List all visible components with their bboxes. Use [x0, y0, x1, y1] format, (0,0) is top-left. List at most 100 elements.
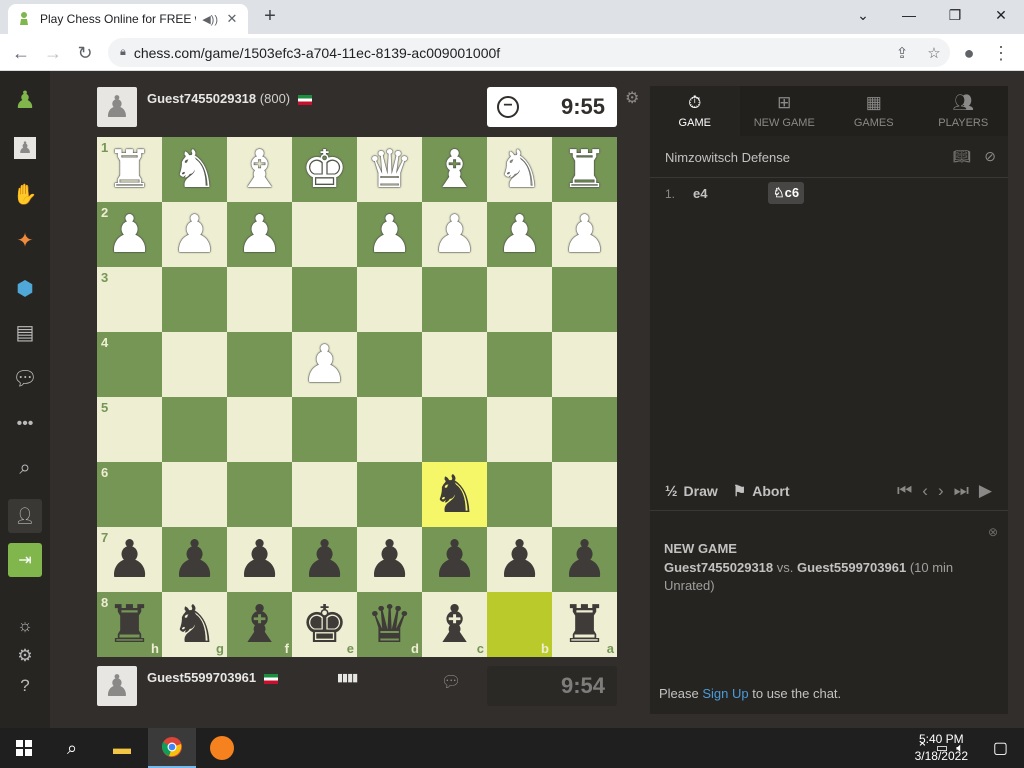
board-square-c5[interactable]	[422, 397, 487, 462]
log-white-player[interactable]: Guest7455029318	[664, 560, 773, 575]
black-king-icon[interactable]: ♚	[301, 599, 348, 651]
white-bishop-icon[interactable]: ♝	[431, 144, 478, 196]
white-knight-icon[interactable]: ♞	[496, 144, 543, 196]
white-pawn-icon[interactable]: ♟	[171, 209, 218, 261]
forward-button[interactable]: →	[40, 40, 66, 66]
board-square-a6[interactable]	[552, 462, 617, 527]
board-square-c7[interactable]: ♟	[422, 527, 487, 592]
play-icon[interactable]: ♟	[8, 131, 42, 165]
board-square-e6[interactable]	[292, 462, 357, 527]
white-bishop-icon[interactable]: ♝	[236, 144, 283, 196]
board-square-g7[interactable]: ♟	[162, 527, 227, 592]
white-queen-icon[interactable]: ♛	[366, 144, 413, 196]
board-square-g6[interactable]	[162, 462, 227, 527]
tab-search-icon[interactable]: ⌄	[840, 0, 886, 30]
tab-games[interactable]: ▦ GAMES	[829, 86, 919, 136]
taskbar-clock[interactable]: 5:40 PM 3/18/2022	[915, 731, 968, 765]
minimize-button[interactable]: —	[886, 0, 932, 30]
file-explorer-icon[interactable]: ▬	[98, 728, 146, 768]
opening-name[interactable]: Nimzowitsch Defense	[665, 150, 790, 165]
black-rook-icon[interactable]: ♜	[561, 599, 608, 651]
black-pawn-icon[interactable]: ♟	[496, 534, 543, 586]
board-square-c3[interactable]	[422, 267, 487, 332]
restore-button[interactable]: ❐	[932, 0, 978, 30]
audio-playing-icon[interactable]: ◀))	[202, 13, 218, 26]
bookmark-star-icon[interactable]: ☆	[918, 44, 950, 62]
new-tab-button[interactable]: +	[258, 4, 282, 28]
white-pawn-icon[interactable]: ♟	[431, 209, 478, 261]
board-square-g1[interactable]: ♞	[162, 137, 227, 202]
browser-menu-icon[interactable]: ⋮	[988, 40, 1014, 66]
board-square-a1[interactable]: ♜	[552, 137, 617, 202]
board-square-g3[interactable]	[162, 267, 227, 332]
draw-button[interactable]: ½ Draw	[665, 483, 718, 500]
board-square-c8[interactable]: c ♝	[422, 592, 487, 657]
white-king-icon[interactable]: ♚	[301, 144, 348, 196]
sign-in-user-icon[interactable]: 👤︎	[8, 499, 42, 533]
help-icon[interactable]: ?	[8, 669, 42, 703]
first-move-icon[interactable]: ⏮	[897, 481, 912, 501]
white-pawn-icon[interactable]: ♟	[106, 209, 153, 261]
search-icon[interactable]: ⌕	[8, 451, 42, 485]
avatar[interactable]: ♟	[97, 87, 137, 127]
notifications-icon[interactable]: ▢	[993, 738, 1008, 758]
chat-bubble-icon[interactable]: 💬︎	[441, 672, 461, 692]
game-settings-gear-icon[interactable]: ⚙	[625, 88, 639, 108]
board-square-g4[interactable]	[162, 332, 227, 397]
back-button[interactable]: ←	[8, 40, 34, 66]
black-bishop-icon[interactable]: ♝	[431, 599, 478, 651]
black-pawn-icon[interactable]: ♟	[171, 534, 218, 586]
top-player-name[interactable]: Guest7455029318	[147, 91, 256, 106]
board-square-c1[interactable]: ♝	[422, 137, 487, 202]
board-square-a3[interactable]	[552, 267, 617, 332]
theme-icon[interactable]: ☼	[8, 609, 42, 643]
board-square-f3[interactable]	[227, 267, 292, 332]
lessons-icon[interactable]: ⬢	[8, 271, 42, 305]
tab-game[interactable]: ⏱︎ GAME	[650, 86, 740, 136]
board-square-b4[interactable]	[487, 332, 552, 397]
lock-icon[interactable]: 🔒︎	[120, 46, 126, 59]
settings-gear-icon[interactable]: ⚙	[8, 639, 42, 673]
board-square-b3[interactable]	[487, 267, 552, 332]
black-pawn-icon[interactable]: ♟	[301, 534, 348, 586]
black-pawn-icon[interactable]: ♟	[431, 534, 478, 586]
avatar[interactable]: ♟	[97, 666, 137, 706]
board-square-f8[interactable]: f ♝	[227, 592, 292, 657]
board-square-h4[interactable]: 4	[97, 332, 162, 397]
next-move-icon[interactable]: ›	[938, 481, 944, 501]
black-knight-icon[interactable]: ♞	[171, 599, 218, 651]
board-square-c4[interactable]	[422, 332, 487, 397]
news-icon[interactable]: ▤	[8, 315, 42, 349]
white-pawn-icon[interactable]: ♟	[561, 209, 608, 261]
board-square-e3[interactable]	[292, 267, 357, 332]
board-square-b1[interactable]: ♞	[487, 137, 552, 202]
board-square-h5[interactable]: 5	[97, 397, 162, 462]
bottom-player-name[interactable]: Guest5599703961	[147, 670, 256, 685]
board-square-e5[interactable]	[292, 397, 357, 462]
white-move[interactable]: e4	[693, 186, 707, 201]
board-square-f2[interactable]: ♟	[227, 202, 292, 267]
learn-icon[interactable]: ✦	[8, 223, 42, 257]
black-pawn-icon[interactable]: ♟	[106, 534, 153, 586]
black-queen-icon[interactable]: ♛	[366, 599, 413, 651]
chess-logo-icon[interactable]: ♟	[8, 83, 42, 117]
board-square-e1[interactable]: ♚	[292, 137, 357, 202]
board-square-a5[interactable]	[552, 397, 617, 462]
top-player-label[interactable]: Guest7455029318 (800)	[147, 91, 312, 106]
board-square-h7[interactable]: 7 ♟	[97, 527, 162, 592]
black-bishop-icon[interactable]: ♝	[236, 599, 283, 651]
social-icon[interactable]: 💬︎	[8, 361, 42, 395]
abort-button[interactable]: ⚑ Abort	[733, 482, 790, 500]
tab-new-game[interactable]: ⊞ NEW GAME	[740, 86, 830, 136]
board-square-a4[interactable]	[552, 332, 617, 397]
board-square-c6[interactable]: ♞	[422, 462, 487, 527]
white-rook-icon[interactable]: ♜	[561, 144, 608, 196]
app-icon[interactable]	[198, 728, 246, 768]
board-square-f6[interactable]	[227, 462, 292, 527]
search-icon[interactable]: ⌕	[48, 728, 96, 768]
close-tab-icon[interactable]: ✕	[224, 11, 240, 27]
board-square-d7[interactable]: ♟	[357, 527, 422, 592]
board-square-b2[interactable]: ♟	[487, 202, 552, 267]
board-square-b8[interactable]: b	[487, 592, 552, 657]
puzzles-icon[interactable]: ✋	[8, 177, 42, 211]
